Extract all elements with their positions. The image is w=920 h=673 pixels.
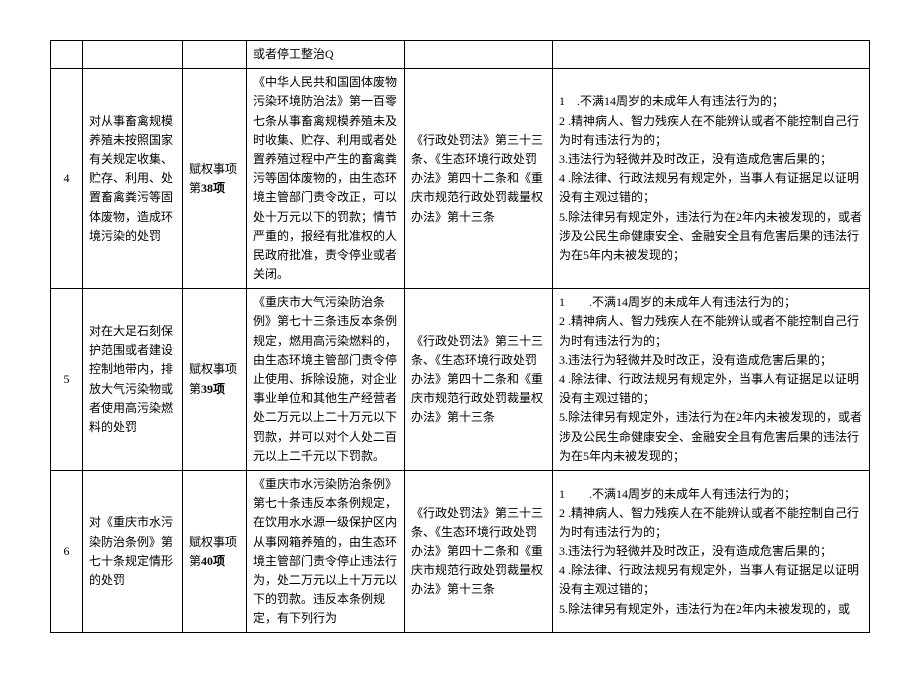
cell	[51, 41, 83, 69]
regulations-table: 或者停工整治Q 4 对从事畜禽规模养殖未按照国家有关规定收集、贮存、利用、处置畜…	[50, 40, 870, 633]
penalty-title: 对在大足石刻保护范围或者建设控制地带内，排放大气污染物或者使用高污染燃料的处罚	[83, 289, 183, 471]
penalty-title: 对《重庆市水污染防治条例》第七十条规定情形的处罚	[83, 470, 183, 633]
cell	[553, 41, 870, 69]
type-number: 39项	[201, 382, 225, 396]
reference: 《行政处罚法》第三十三条、《生态环境行政处罚办法》第四十二条和《重庆市规范行政处…	[405, 69, 553, 289]
item-type: 赋权事项第39项	[183, 289, 247, 471]
conditions: 1 .不满14周岁的未成年人有违法行为的； 2 .精神病人、智力残疾人在不能辨认…	[553, 289, 870, 471]
row-number: 4	[51, 69, 83, 289]
conditions: 1 .不满14周岁的未成年人有违法行为的； 2 .精神病人、智力残疾人在不能辨认…	[553, 69, 870, 289]
reference: 《行政处罚法》第三十三条、《生态环境行政处罚办法》第四十二条和《重庆市规范行政处…	[405, 289, 553, 471]
reference: 《行政处罚法》第三十三条、《生态环境行政处罚办法》第四十二条和《重庆市规范行政处…	[405, 470, 553, 633]
row-number: 5	[51, 289, 83, 471]
legal-basis: 《重庆市水污染防治条例》第七十条违反本条例规定，在饮用水水源一级保护区内从事网箱…	[247, 470, 405, 633]
conditions: 1 .不满14周岁的未成年人有违法行为的； 2 .精神病人、智力残疾人在不能辨认…	[553, 470, 870, 633]
table-row: 5 对在大足石刻保护范围或者建设控制地带内，排放大气污染物或者使用高污染燃料的处…	[51, 289, 870, 471]
cell: 或者停工整治Q	[247, 41, 405, 69]
penalty-title: 对从事畜禽规模养殖未按照国家有关规定收集、贮存、利用、处置畜禽粪污等固体废物，造…	[83, 69, 183, 289]
table-row-top: 或者停工整治Q	[51, 41, 870, 69]
cell	[83, 41, 183, 69]
type-number: 38项	[201, 181, 225, 195]
legal-basis: 《中华人民共和国固体废物污染环境防治法》第一百零七条从事畜禽规模养殖未及时收集、…	[247, 69, 405, 289]
cell	[405, 41, 553, 69]
item-type: 赋权事项第40项	[183, 470, 247, 633]
table-row: 6 对《重庆市水污染防治条例》第七十条规定情形的处罚 赋权事项第40项 《重庆市…	[51, 470, 870, 633]
cell	[183, 41, 247, 69]
table-row: 4 对从事畜禽规模养殖未按照国家有关规定收集、贮存、利用、处置畜禽粪污等固体废物…	[51, 69, 870, 289]
item-type: 赋权事项第38项	[183, 69, 247, 289]
row-number: 6	[51, 470, 83, 633]
type-number: 40项	[201, 554, 225, 568]
legal-basis: 《重庆市大气污染防治条例》第七十三条违反本条例规定，燃用高污染燃料的，由生态环境…	[247, 289, 405, 471]
